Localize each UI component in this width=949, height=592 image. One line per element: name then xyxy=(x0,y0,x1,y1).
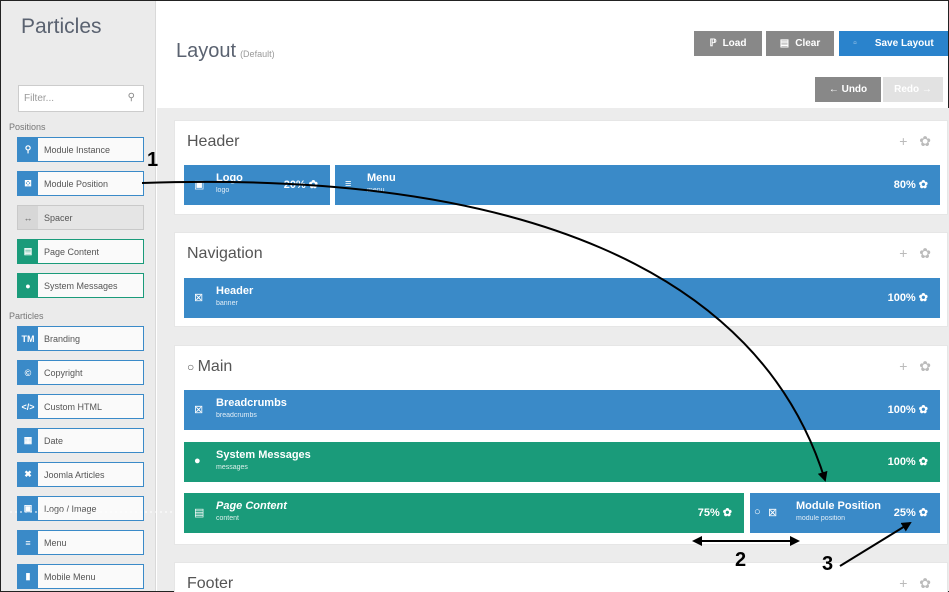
annotation-3: 3 xyxy=(822,553,834,575)
settings-arrow-3 xyxy=(839,521,912,567)
annotation-arrows xyxy=(10,180,912,567)
annotation-1: 1 xyxy=(147,149,159,171)
annotation-2: 2 xyxy=(735,549,747,571)
drag-arrow-1 xyxy=(141,180,828,482)
